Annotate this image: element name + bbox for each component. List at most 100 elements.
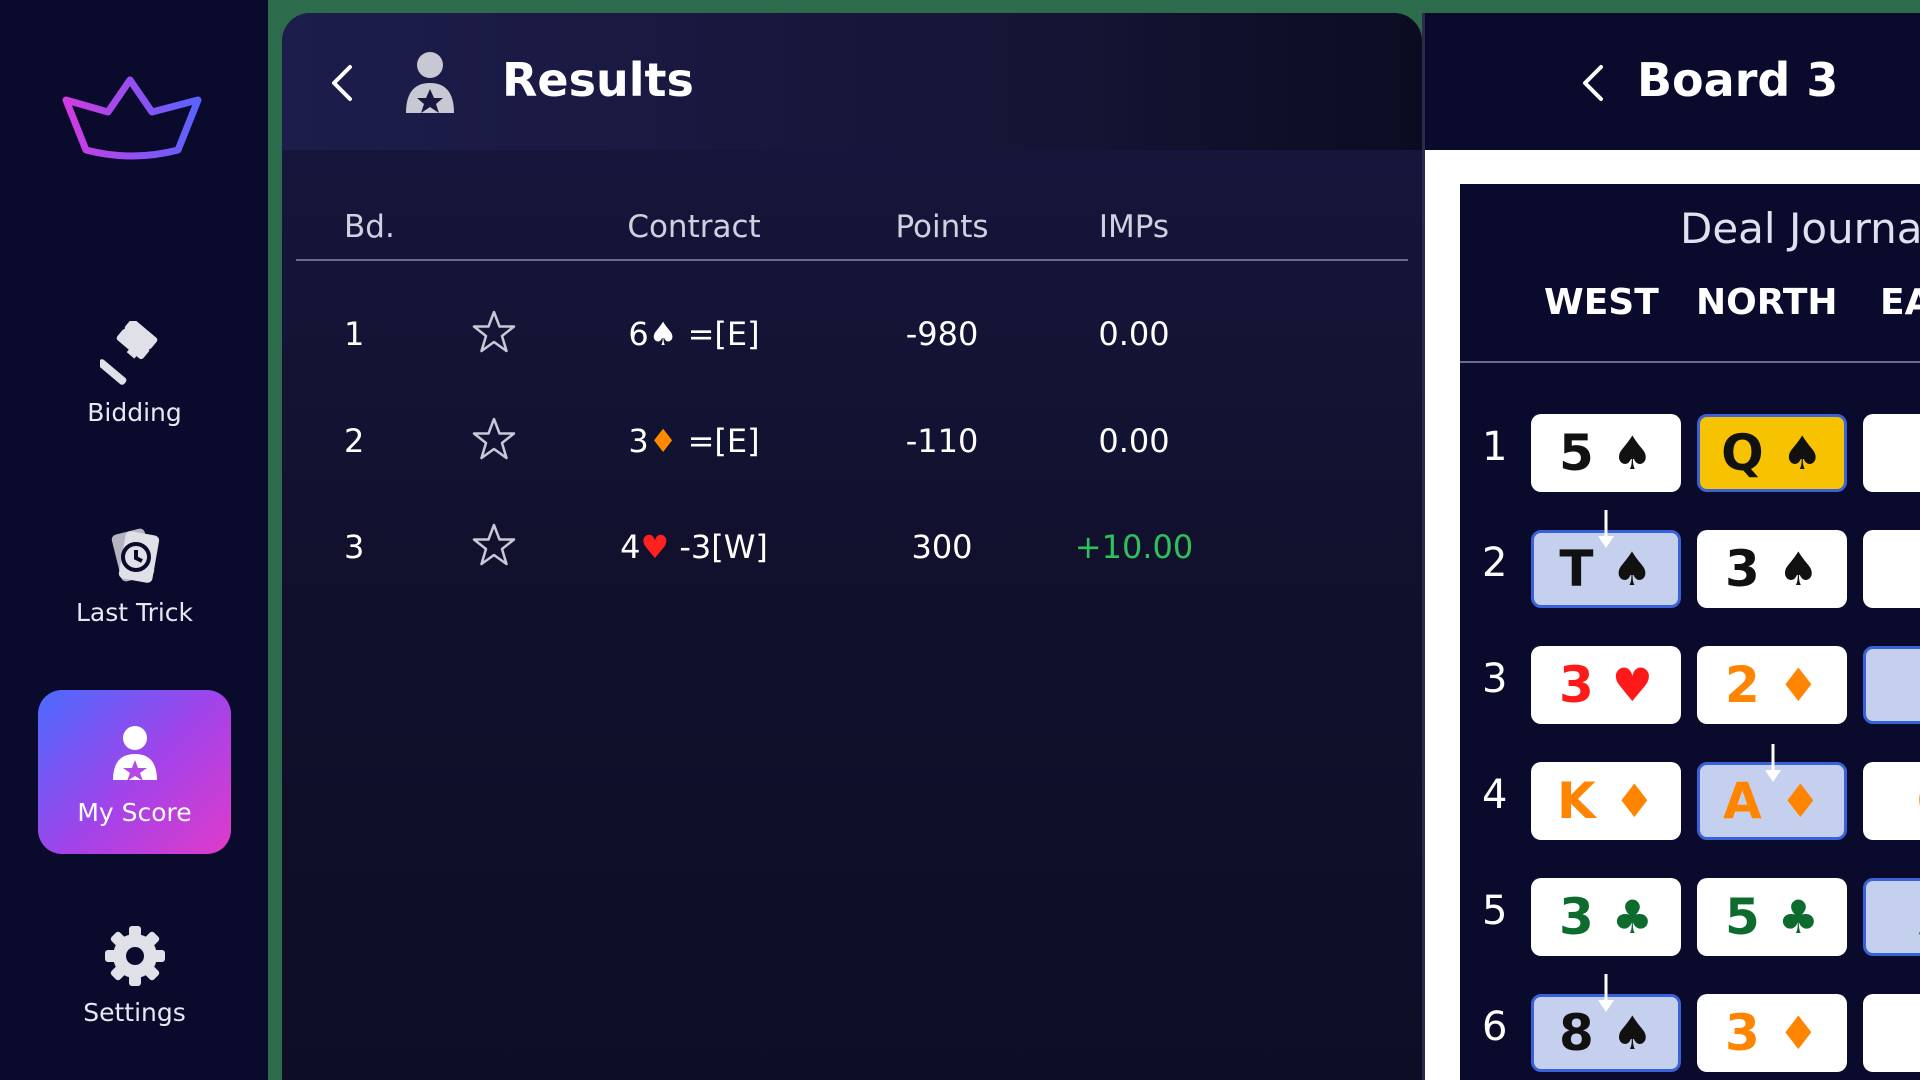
playing-card[interactable]: K xyxy=(1863,414,1920,492)
points: -980 xyxy=(905,315,979,353)
suit-icon: ♦ xyxy=(1779,774,1821,828)
imps: 0.00 xyxy=(1098,422,1170,460)
playing-card[interactable]: 3 ♦ xyxy=(1697,994,1847,1072)
suit-icon: ♠ xyxy=(1777,542,1820,596)
trick-number: 5 xyxy=(1482,888,1508,934)
trick-number: 1 xyxy=(1482,424,1508,470)
points: -110 xyxy=(905,422,979,460)
contract-result: -3[W] xyxy=(669,528,768,566)
trick-number: 6 xyxy=(1482,1004,1508,1050)
card-rank: 3 xyxy=(1558,656,1594,714)
column-header-contract: Contract xyxy=(627,209,761,245)
suit-icon: ♠ xyxy=(1611,426,1654,480)
suit-icon: ♠ xyxy=(1611,542,1653,596)
suit-icon: ♣ xyxy=(1777,890,1820,944)
board-panel: Board 3 Deal Journal WEST NORTH EAST 15♠… xyxy=(1422,13,1920,1080)
direction-east: EAST xyxy=(1880,282,1920,323)
arrow-down-icon xyxy=(1598,510,1614,548)
playing-card[interactable]: 6 xyxy=(1863,994,1920,1072)
gavel-icon xyxy=(97,318,173,394)
column-header-board: Bd. xyxy=(344,209,395,245)
column-header-points: Points xyxy=(895,209,989,245)
card-rank: 5 xyxy=(1558,424,1594,482)
suit-icon: ♠ xyxy=(648,315,678,353)
card-rank: 2 xyxy=(1724,656,1760,714)
nav-label: Bidding xyxy=(87,397,182,427)
playing-card[interactable]: Q xyxy=(1863,762,1920,840)
star-icon[interactable] xyxy=(471,416,517,462)
nav-last-trick[interactable]: Last Trick xyxy=(38,490,231,654)
board-title: Board 3 xyxy=(1637,53,1839,107)
playing-card[interactable]: 3 ♠ xyxy=(1697,530,1847,608)
playing-card[interactable]: 3 ♥ xyxy=(1531,646,1681,724)
imps: +10.00 xyxy=(1074,528,1194,566)
nav-my-score[interactable]: My Score xyxy=(38,690,231,854)
deal-journal-title: Deal Journal xyxy=(1680,204,1920,253)
page-title: Results xyxy=(502,53,694,107)
last-trick-icon xyxy=(97,518,173,594)
star-icon[interactable] xyxy=(471,522,517,568)
contract-result: =[E] xyxy=(677,315,760,353)
contract: 3♦ =[E] xyxy=(628,422,759,460)
contract-level: 4 xyxy=(620,528,641,566)
trick-number: 3 xyxy=(1482,656,1508,702)
suit-icon: ♠ xyxy=(1781,426,1823,480)
divider xyxy=(1460,361,1920,363)
deal-journal: Deal Journal WEST NORTH EAST 15♠Q♠K2T♠3♠… xyxy=(1460,184,1920,1080)
table-row[interactable]: 1 6♠ =[E] -980 0.00 xyxy=(296,295,1408,375)
suit-icon: ♦ xyxy=(1613,774,1655,828)
nav-bidding[interactable]: Bidding xyxy=(38,290,231,454)
results-header: Results xyxy=(282,13,1422,150)
playing-card[interactable]: 3 ♣ xyxy=(1531,878,1681,956)
table-row[interactable]: 2 3♦ =[E] -110 0.00 xyxy=(296,402,1408,482)
board-number: 3 xyxy=(344,528,365,566)
nav-label: Settings xyxy=(83,997,186,1027)
card-rank: K xyxy=(1557,772,1596,830)
direction-north: NORTH xyxy=(1696,282,1838,323)
board-header: Board 3 xyxy=(1425,13,1920,150)
playing-card[interactable]: 5 ♣ xyxy=(1697,878,1847,956)
card-rank: 3 xyxy=(1558,888,1594,946)
table-row[interactable]: 3 4♥ -3[W] 300 +10.00 xyxy=(296,508,1408,588)
board-number: 1 xyxy=(344,315,365,353)
card-rank: 3 xyxy=(1724,1004,1760,1062)
nav-settings[interactable]: Settings xyxy=(38,890,231,1054)
gear-icon xyxy=(97,918,173,994)
board-number: 2 xyxy=(344,422,365,460)
star-icon[interactable] xyxy=(471,309,517,355)
trick-number: 2 xyxy=(1482,540,1508,586)
suit-icon: ♦ xyxy=(648,422,678,460)
arrow-down-icon xyxy=(1598,974,1614,1012)
suit-icon: ♣ xyxy=(1611,890,1654,944)
card-rank: 5 xyxy=(1724,888,1760,946)
person-star-icon xyxy=(97,718,173,794)
back-chevron-icon[interactable] xyxy=(324,61,364,105)
points: 300 xyxy=(911,528,973,566)
results-table-header: Bd. Contract Points IMPs xyxy=(296,191,1408,261)
contract: 4♥ -3[W] xyxy=(620,528,768,566)
nav-label: Last Trick xyxy=(75,597,194,627)
card-rank: 3 xyxy=(1724,540,1760,598)
playing-card[interactable]: K ♦ xyxy=(1531,762,1681,840)
playing-card[interactable]: 2 ♦ xyxy=(1697,646,1847,724)
suit-icon: ♥ xyxy=(1611,658,1654,712)
person-star-icon xyxy=(406,52,454,113)
card-rank: T xyxy=(1559,540,1594,598)
playing-card[interactable]: 5 ♠ xyxy=(1531,414,1681,492)
suit-icon: ♠ xyxy=(1611,1006,1654,1060)
playing-card[interactable]: Q ♠ xyxy=(1697,414,1847,492)
card-rank: A xyxy=(1723,772,1762,830)
suit-icon: ♦ xyxy=(1777,658,1820,712)
trick-number: 4 xyxy=(1482,772,1508,818)
card-rank: Q xyxy=(1721,424,1764,482)
playing-card[interactable]: K xyxy=(1863,646,1920,724)
contract: 6♠ =[E] xyxy=(628,315,759,353)
playing-card[interactable]: 4 xyxy=(1863,530,1920,608)
nav-label: My Score xyxy=(77,797,192,827)
playing-card[interactable]: A xyxy=(1863,878,1920,956)
direction-west: WEST xyxy=(1544,282,1659,323)
crown-logo xyxy=(62,76,202,160)
suit-icon: ♥ xyxy=(640,528,670,566)
back-chevron-icon[interactable] xyxy=(1575,61,1615,105)
contract-level: 6 xyxy=(628,315,649,353)
